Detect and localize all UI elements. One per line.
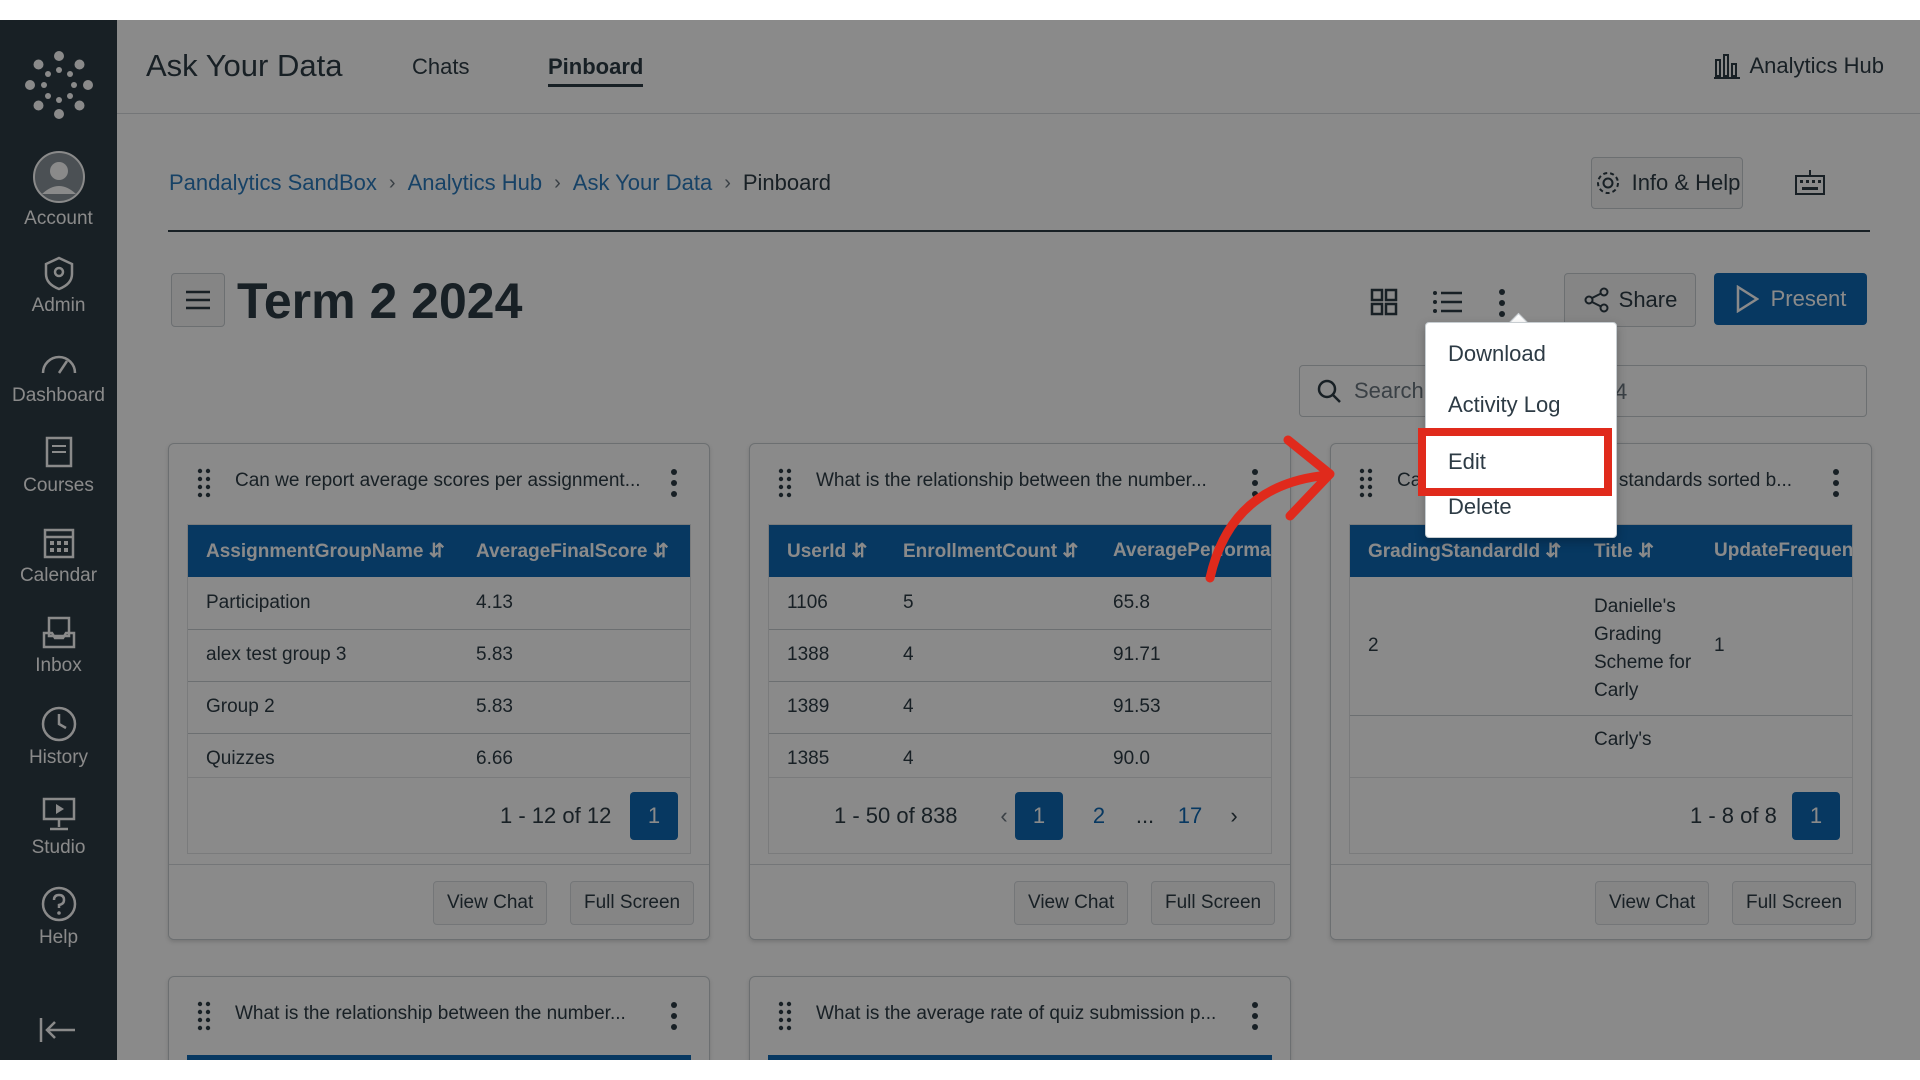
annotation-arrow-icon bbox=[1205, 435, 1335, 583]
menu-item-delete[interactable]: Delete bbox=[1448, 494, 1512, 520]
modal-overlay bbox=[0, 20, 1920, 1060]
app-frame: Account Admin Dashboard Courses Calendar… bbox=[0, 20, 1920, 1060]
menu-item-edit[interactable]: Edit bbox=[1418, 428, 1612, 496]
menu-item-activity-log[interactable]: Activity Log bbox=[1448, 392, 1561, 418]
menu-item-download[interactable]: Download bbox=[1448, 341, 1546, 367]
menu-item-edit-label: Edit bbox=[1448, 449, 1486, 474]
